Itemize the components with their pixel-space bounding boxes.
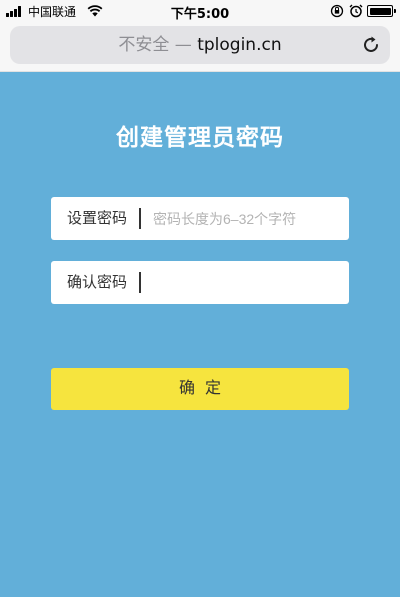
page-title: 创建管理员密码 [116, 125, 284, 151]
password-label: 设置密码 [67, 209, 128, 227]
reload-icon[interactable] [360, 34, 382, 56]
browser-toolbar: 不安全 — tplogin.cn [0, 22, 400, 72]
confirm-password-input[interactable] [139, 261, 339, 304]
confirm-password-label: 确认密码 [67, 273, 128, 291]
rotation-lock-icon [330, 4, 344, 18]
url-domain: tplogin.cn [197, 35, 282, 55]
insecure-label: 不安全 [118, 35, 170, 55]
battery-icon [367, 5, 396, 17]
confirm-password-field: 确认密码 [51, 261, 349, 304]
password-field: 设置密码 [51, 197, 349, 240]
url-separator: — [174, 35, 192, 55]
alarm-icon [349, 4, 363, 18]
status-bar: 中国联通 下午5:00 [0, 0, 400, 22]
password-input[interactable] [139, 197, 339, 240]
confirm-button[interactable]: 确定 [51, 368, 349, 410]
address-bar[interactable]: 不安全 — tplogin.cn [10, 26, 390, 64]
